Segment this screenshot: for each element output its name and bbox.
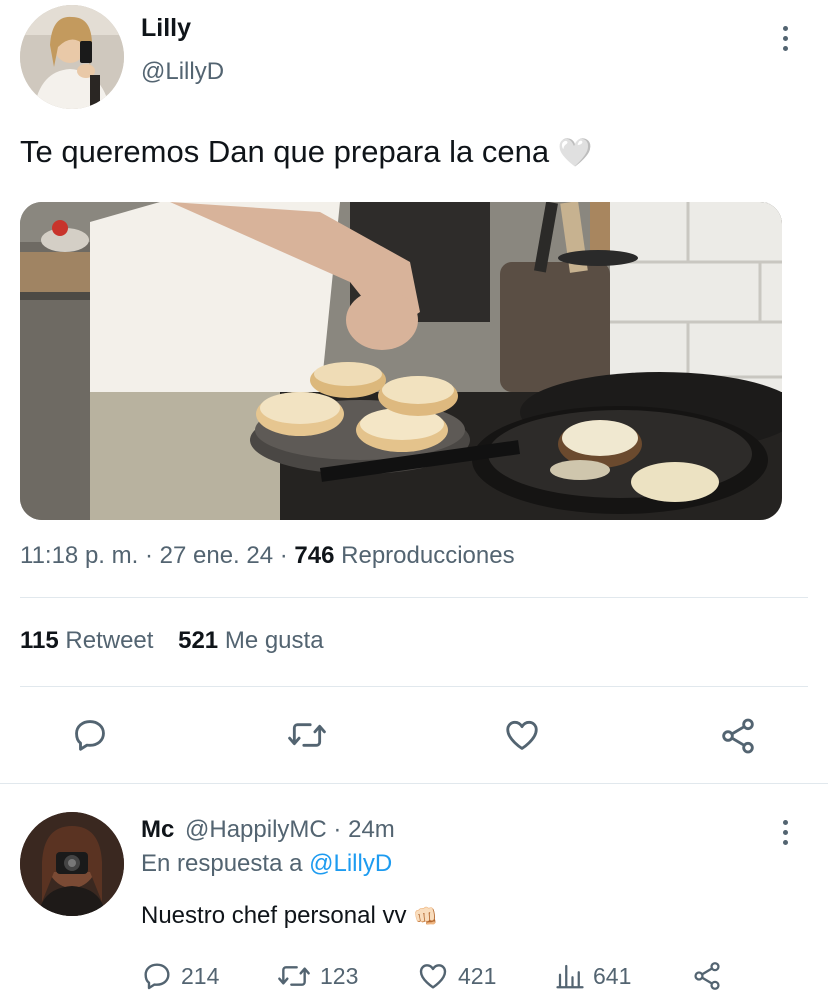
reply-views-button[interactable]: 641: [555, 960, 631, 992]
author-name[interactable]: Lilly: [141, 14, 191, 43]
reply-button[interactable]: [71, 716, 109, 754]
reply-avatar-photo: [20, 812, 124, 916]
retweet-button[interactable]: [286, 716, 328, 754]
likes-stat[interactable]: 521 Me gusta: [178, 627, 323, 654]
reply-author-avatar[interactable]: [20, 812, 124, 916]
in-reply-handle-link[interactable]: @LillyD: [309, 850, 392, 877]
reply-icon: [144, 963, 170, 990]
like-button[interactable]: [502, 716, 542, 754]
reply-share-button[interactable]: [691, 960, 723, 992]
author-handle[interactable]: @LillyD: [141, 58, 224, 86]
reply-time[interactable]: 24m: [348, 816, 395, 843]
in-reply-to: En respuesta a @LillyD: [141, 850, 392, 878]
kitchen-photo: [20, 202, 782, 520]
more-dot-icon: [782, 36, 788, 41]
reply-retweet-count: 123: [320, 962, 359, 989]
views-count: 746: [294, 542, 335, 569]
reply-text-body: Nuestro chef personal vv: [141, 902, 407, 929]
more-options-button[interactable]: [781, 26, 789, 51]
tweet-meta: 11:18 p. m. · 27 ene. 24 · 746 Reproducc…: [20, 542, 515, 570]
reply-author-name[interactable]: Mc: [141, 816, 174, 843]
reply-like-count: 421: [458, 962, 497, 989]
more-dot-icon: [782, 830, 788, 835]
meta-separator: ·: [279, 542, 288, 569]
views-label: Reproducciones: [341, 542, 515, 569]
share-button[interactable]: [718, 716, 758, 756]
reply-reply-button[interactable]: 214: [141, 960, 219, 992]
reply-author-handle[interactable]: @HappilyMC: [185, 816, 327, 843]
reply-retweet-button[interactable]: 123: [276, 960, 358, 992]
share-icon: [694, 962, 720, 990]
reply-text: Nuestro chef personal vv 👊🏻: [141, 902, 438, 930]
more-dot-icon: [782, 46, 788, 51]
reply-separator: ·: [333, 816, 342, 843]
more-dot-icon: [782, 26, 788, 31]
retweet-icon: [278, 966, 310, 986]
more-dot-icon: [782, 820, 788, 825]
engagement-counts: 115 Retweet 521 Me gusta: [20, 627, 324, 655]
tweet-time[interactable]: 11:18 p. m.: [20, 542, 138, 569]
tweet-text-body: Te queremos Dan que prepara la cena: [20, 134, 550, 169]
retweets-stat[interactable]: 115 Retweet: [20, 627, 160, 654]
divider: [20, 686, 808, 687]
white-heart-emoji-icon: 🤍: [557, 137, 593, 168]
author-avatar[interactable]: [20, 5, 124, 109]
more-dot-icon: [782, 840, 788, 845]
views-chart-icon: [556, 964, 584, 989]
heart-icon: [419, 964, 447, 989]
retweet-icon: [288, 723, 326, 747]
reply-more-options-button[interactable]: [781, 820, 789, 845]
retweets-count: 115: [20, 627, 59, 654]
likes-count: 521: [178, 627, 219, 654]
reply-like-button[interactable]: 421: [416, 960, 496, 992]
reply-icon: [75, 720, 105, 751]
reply-header: Mc @HappilyMC · 24m: [141, 816, 395, 844]
heart-icon: [506, 720, 538, 750]
share-icon: [722, 718, 754, 754]
tweet-date[interactable]: 27 ene. 24: [160, 542, 273, 569]
reply-views-count: 641: [593, 962, 632, 989]
tweet-text: Te queremos Dan que prepara la cena 🤍: [20, 134, 593, 170]
likes-label: Me gusta: [224, 627, 324, 654]
retweets-label: Retweet: [65, 627, 154, 654]
divider: [20, 597, 808, 598]
tweet-photo[interactable]: [20, 202, 782, 520]
divider: [0, 783, 828, 784]
fist-emoji-icon: 👊🏻: [413, 906, 439, 928]
reply-reply-count: 214: [181, 962, 220, 989]
avatar-photo: [20, 5, 124, 109]
in-reply-prefix: En respuesta a: [141, 850, 303, 877]
meta-separator: ·: [144, 542, 153, 569]
